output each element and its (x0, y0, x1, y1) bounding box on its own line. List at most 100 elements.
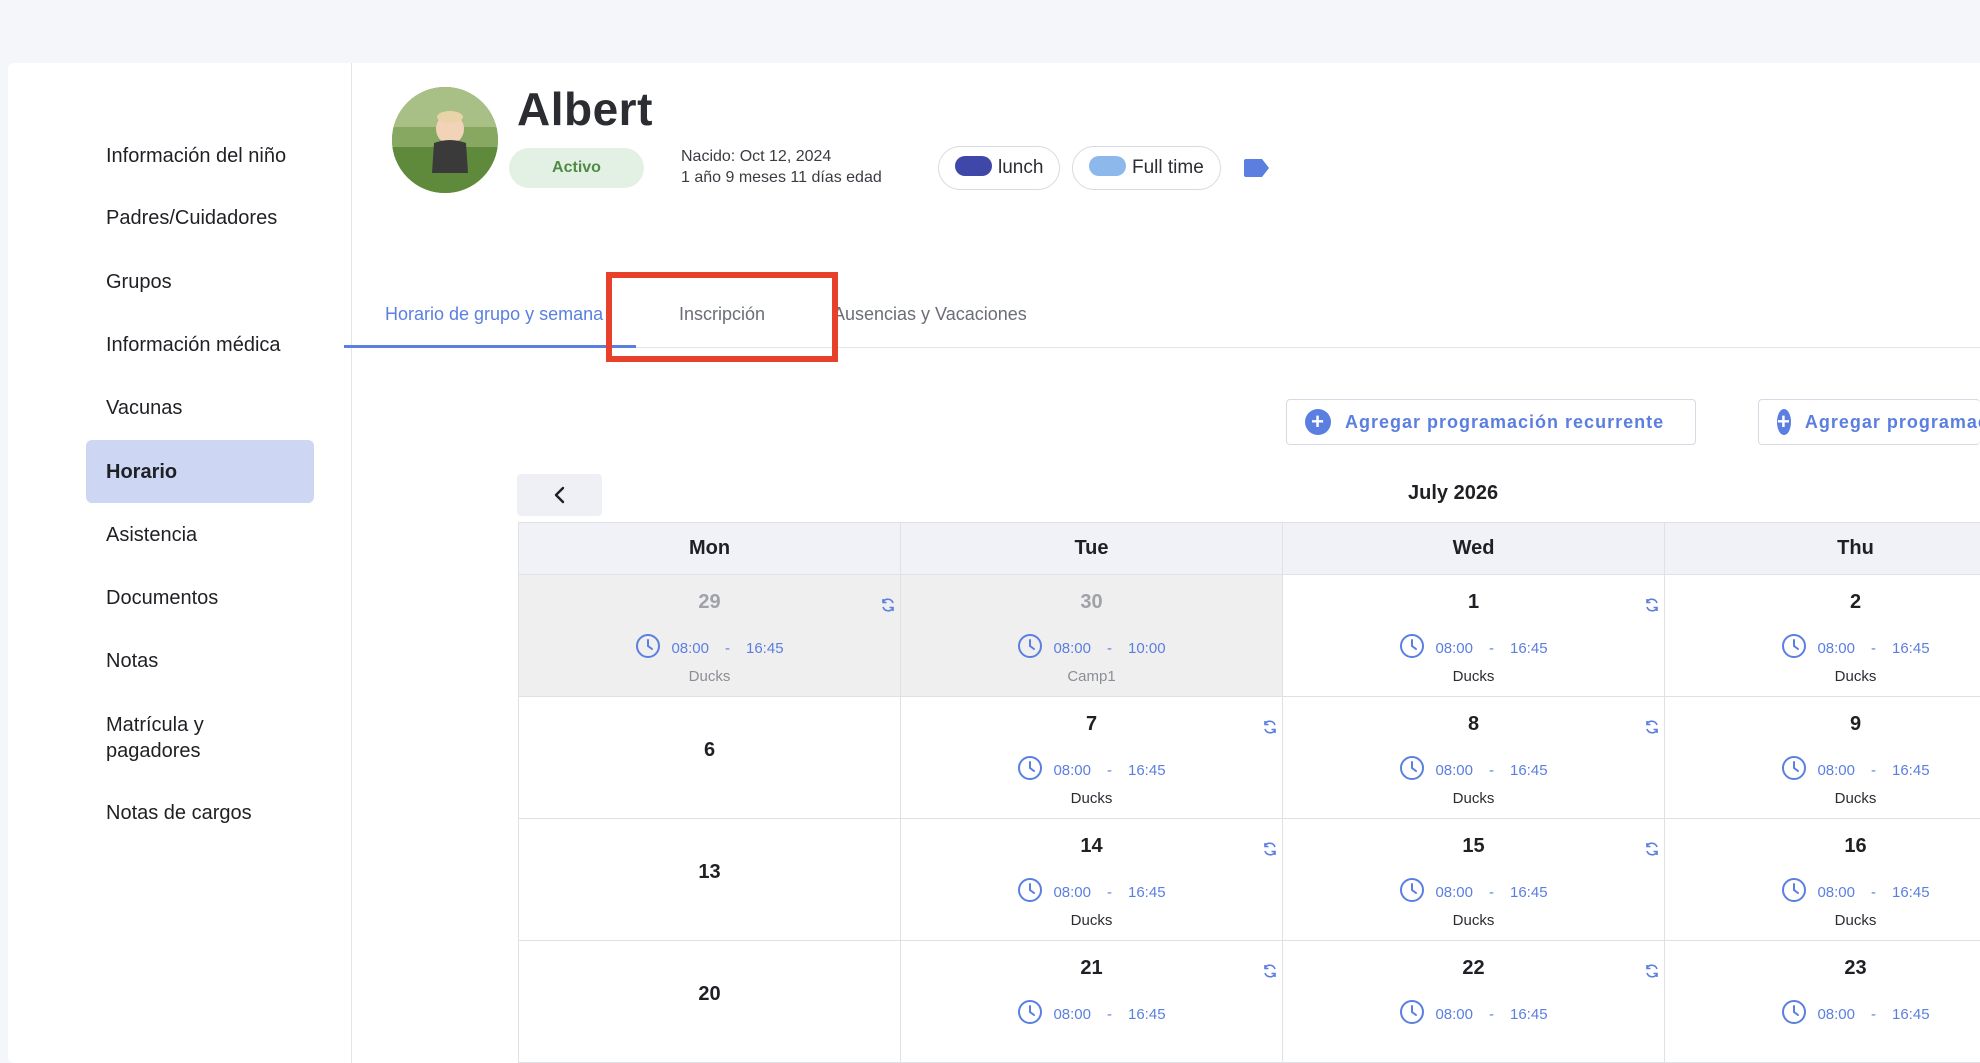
sidebar-item-vaccines[interactable]: Vacunas (86, 395, 314, 421)
sidebar-item-groups[interactable]: Grupos (86, 269, 314, 295)
calendar-day-cell[interactable]: 1 08:00-16:45 Ducks (1282, 574, 1665, 697)
weekday-header: Thu (1664, 522, 1980, 575)
time-separator: - (1107, 883, 1112, 901)
day-number: 29 (698, 591, 721, 613)
time-separator: - (1107, 639, 1112, 657)
time-range: 08:00-10:00 (901, 633, 1282, 663)
time-separator: - (1489, 883, 1494, 901)
calendar-day-cell[interactable]: 6 (518, 696, 901, 819)
end-time: 16:45 (1510, 883, 1548, 901)
tab-enrollment[interactable]: Inscripción (679, 304, 765, 325)
calendar-day-cell[interactable]: 22 08:00-16:45 (1282, 940, 1665, 1063)
weekday-header: Tue (900, 522, 1283, 575)
group-name: Ducks (1452, 912, 1495, 929)
calendar-day-cell[interactable]: 2 08:00-16:45 Ducks (1664, 574, 1980, 697)
end-time: 16:45 (1892, 1005, 1930, 1023)
time-separator: - (1107, 761, 1112, 779)
sidebar-item-tuition[interactable]: Matrícula y pagadores (86, 712, 286, 764)
start-time: 08:00 (1435, 761, 1473, 779)
clock-icon (1781, 877, 1807, 907)
status-badge: Activo (509, 148, 644, 188)
time-separator: - (1489, 1005, 1494, 1023)
calendar-day-cell[interactable]: 8 08:00-16:45 Ducks (1282, 696, 1665, 819)
time-separator: - (1871, 639, 1876, 657)
clock-icon (1017, 633, 1043, 663)
active-tab-indicator (344, 345, 636, 348)
weekday-header: Mon (518, 522, 901, 575)
tag-lunch[interactable]: lunch (938, 146, 1061, 190)
calendar-day-cell[interactable]: 13 (518, 818, 901, 941)
clock-icon (1399, 877, 1425, 907)
group-name: Ducks (688, 668, 731, 685)
sidebar-item-parents[interactable]: Padres/Cuidadores (86, 205, 314, 231)
clock-icon (1017, 755, 1043, 785)
calendar-day-cell[interactable]: 20 (518, 940, 901, 1063)
calendar-day-cell[interactable]: 30 08:00-10:00 Camp1 (900, 574, 1283, 697)
start-time: 08:00 (1053, 761, 1091, 779)
recurring-icon[interactable] (1262, 719, 1278, 740)
end-time: 16:45 (1510, 639, 1548, 657)
sidebar-item-documents[interactable]: Documentos (86, 585, 314, 611)
day-number: 6 (703, 739, 716, 761)
sidebar-item-schedule[interactable]: Horario (86, 440, 314, 503)
add-schedule-label: Agregar programación (1804, 411, 1980, 432)
recurring-icon[interactable] (1644, 597, 1660, 618)
recurring-icon[interactable] (1262, 841, 1278, 862)
sidebar-item-notes[interactable]: Notas (86, 648, 314, 674)
recurring-icon[interactable] (880, 597, 896, 618)
day-number: 14 (1080, 835, 1103, 857)
time-separator: - (1489, 761, 1494, 779)
day-number: 13 (698, 861, 721, 883)
previous-month-button[interactable] (517, 474, 602, 516)
recurring-icon[interactable] (1644, 841, 1660, 862)
calendar-day-cell[interactable]: 14 08:00-16:45 Ducks (900, 818, 1283, 941)
birth-date: Nacido: Oct 12, 2024 (681, 148, 832, 165)
start-time: 08:00 (1435, 883, 1473, 901)
child-age: 1 año 9 meses 11 días edad (681, 169, 882, 186)
sidebar-item-child-info[interactable]: Información del niño (86, 143, 314, 169)
time-range: 08:00-16:45 (519, 633, 900, 663)
tab-absences[interactable]: Ausencias y Vacaciones (833, 304, 1027, 325)
day-number: 1 (1467, 591, 1480, 613)
end-time: 16:45 (1892, 639, 1930, 657)
start-time: 08:00 (1817, 639, 1855, 657)
end-time: 10:00 (1128, 639, 1166, 657)
month-title: July 2026 (1408, 482, 1499, 504)
start-time: 08:00 (671, 639, 709, 657)
calendar-day-cell[interactable]: 21 08:00-16:45 (900, 940, 1283, 1063)
day-number: 8 (1467, 713, 1480, 735)
time-range: 08:00-16:45 (1283, 755, 1664, 785)
tag-icon[interactable] (1242, 158, 1270, 178)
recurring-icon[interactable] (1644, 719, 1660, 740)
day-number: 22 (1462, 957, 1485, 979)
tag-full-time[interactable]: Full time (1072, 146, 1221, 190)
clock-icon (635, 633, 661, 663)
plus-icon: + (1305, 409, 1331, 435)
sidebar-item-attendance[interactable]: Asistencia (86, 522, 314, 548)
calendar-day-cell[interactable]: 15 08:00-16:45 Ducks (1282, 818, 1665, 941)
start-time: 08:00 (1435, 639, 1473, 657)
end-time: 16:45 (746, 639, 784, 657)
end-time: 16:45 (1128, 761, 1166, 779)
tag-color-dot (955, 156, 992, 176)
day-number: 15 (1462, 835, 1485, 857)
sidebar-item-charge-notes[interactable]: Notas de cargos (86, 800, 314, 826)
sidebar-item-medical[interactable]: Información médica (86, 332, 314, 358)
add-recurring-schedule-button[interactable]: + Agregar programación recurrente (1286, 399, 1696, 445)
time-separator: - (1107, 1005, 1112, 1023)
calendar-day-cell[interactable]: 7 08:00-16:45 Ducks (900, 696, 1283, 819)
calendar-day-cell[interactable]: 23 08:00-16:45 (1664, 940, 1980, 1063)
clock-icon (1781, 633, 1807, 663)
end-time: 16:45 (1128, 1005, 1166, 1023)
calendar-day-cell[interactable]: 29 08:00-16:45 Ducks (518, 574, 901, 697)
group-name: Ducks (1834, 912, 1877, 929)
child-name: Albert (517, 83, 653, 135)
chevron-left-icon (554, 486, 564, 504)
calendar-day-cell[interactable]: 16 08:00-16:45 Ducks (1664, 818, 1980, 941)
add-schedule-button[interactable]: + Agregar programación (1758, 399, 1980, 445)
recurring-icon[interactable] (1644, 963, 1660, 984)
recurring-icon[interactable] (1262, 963, 1278, 984)
clock-icon (1399, 633, 1425, 663)
calendar-day-cell[interactable]: 9 08:00-16:45 Ducks (1664, 696, 1980, 819)
tab-group-schedule[interactable]: Horario de grupo y semana (385, 304, 603, 325)
